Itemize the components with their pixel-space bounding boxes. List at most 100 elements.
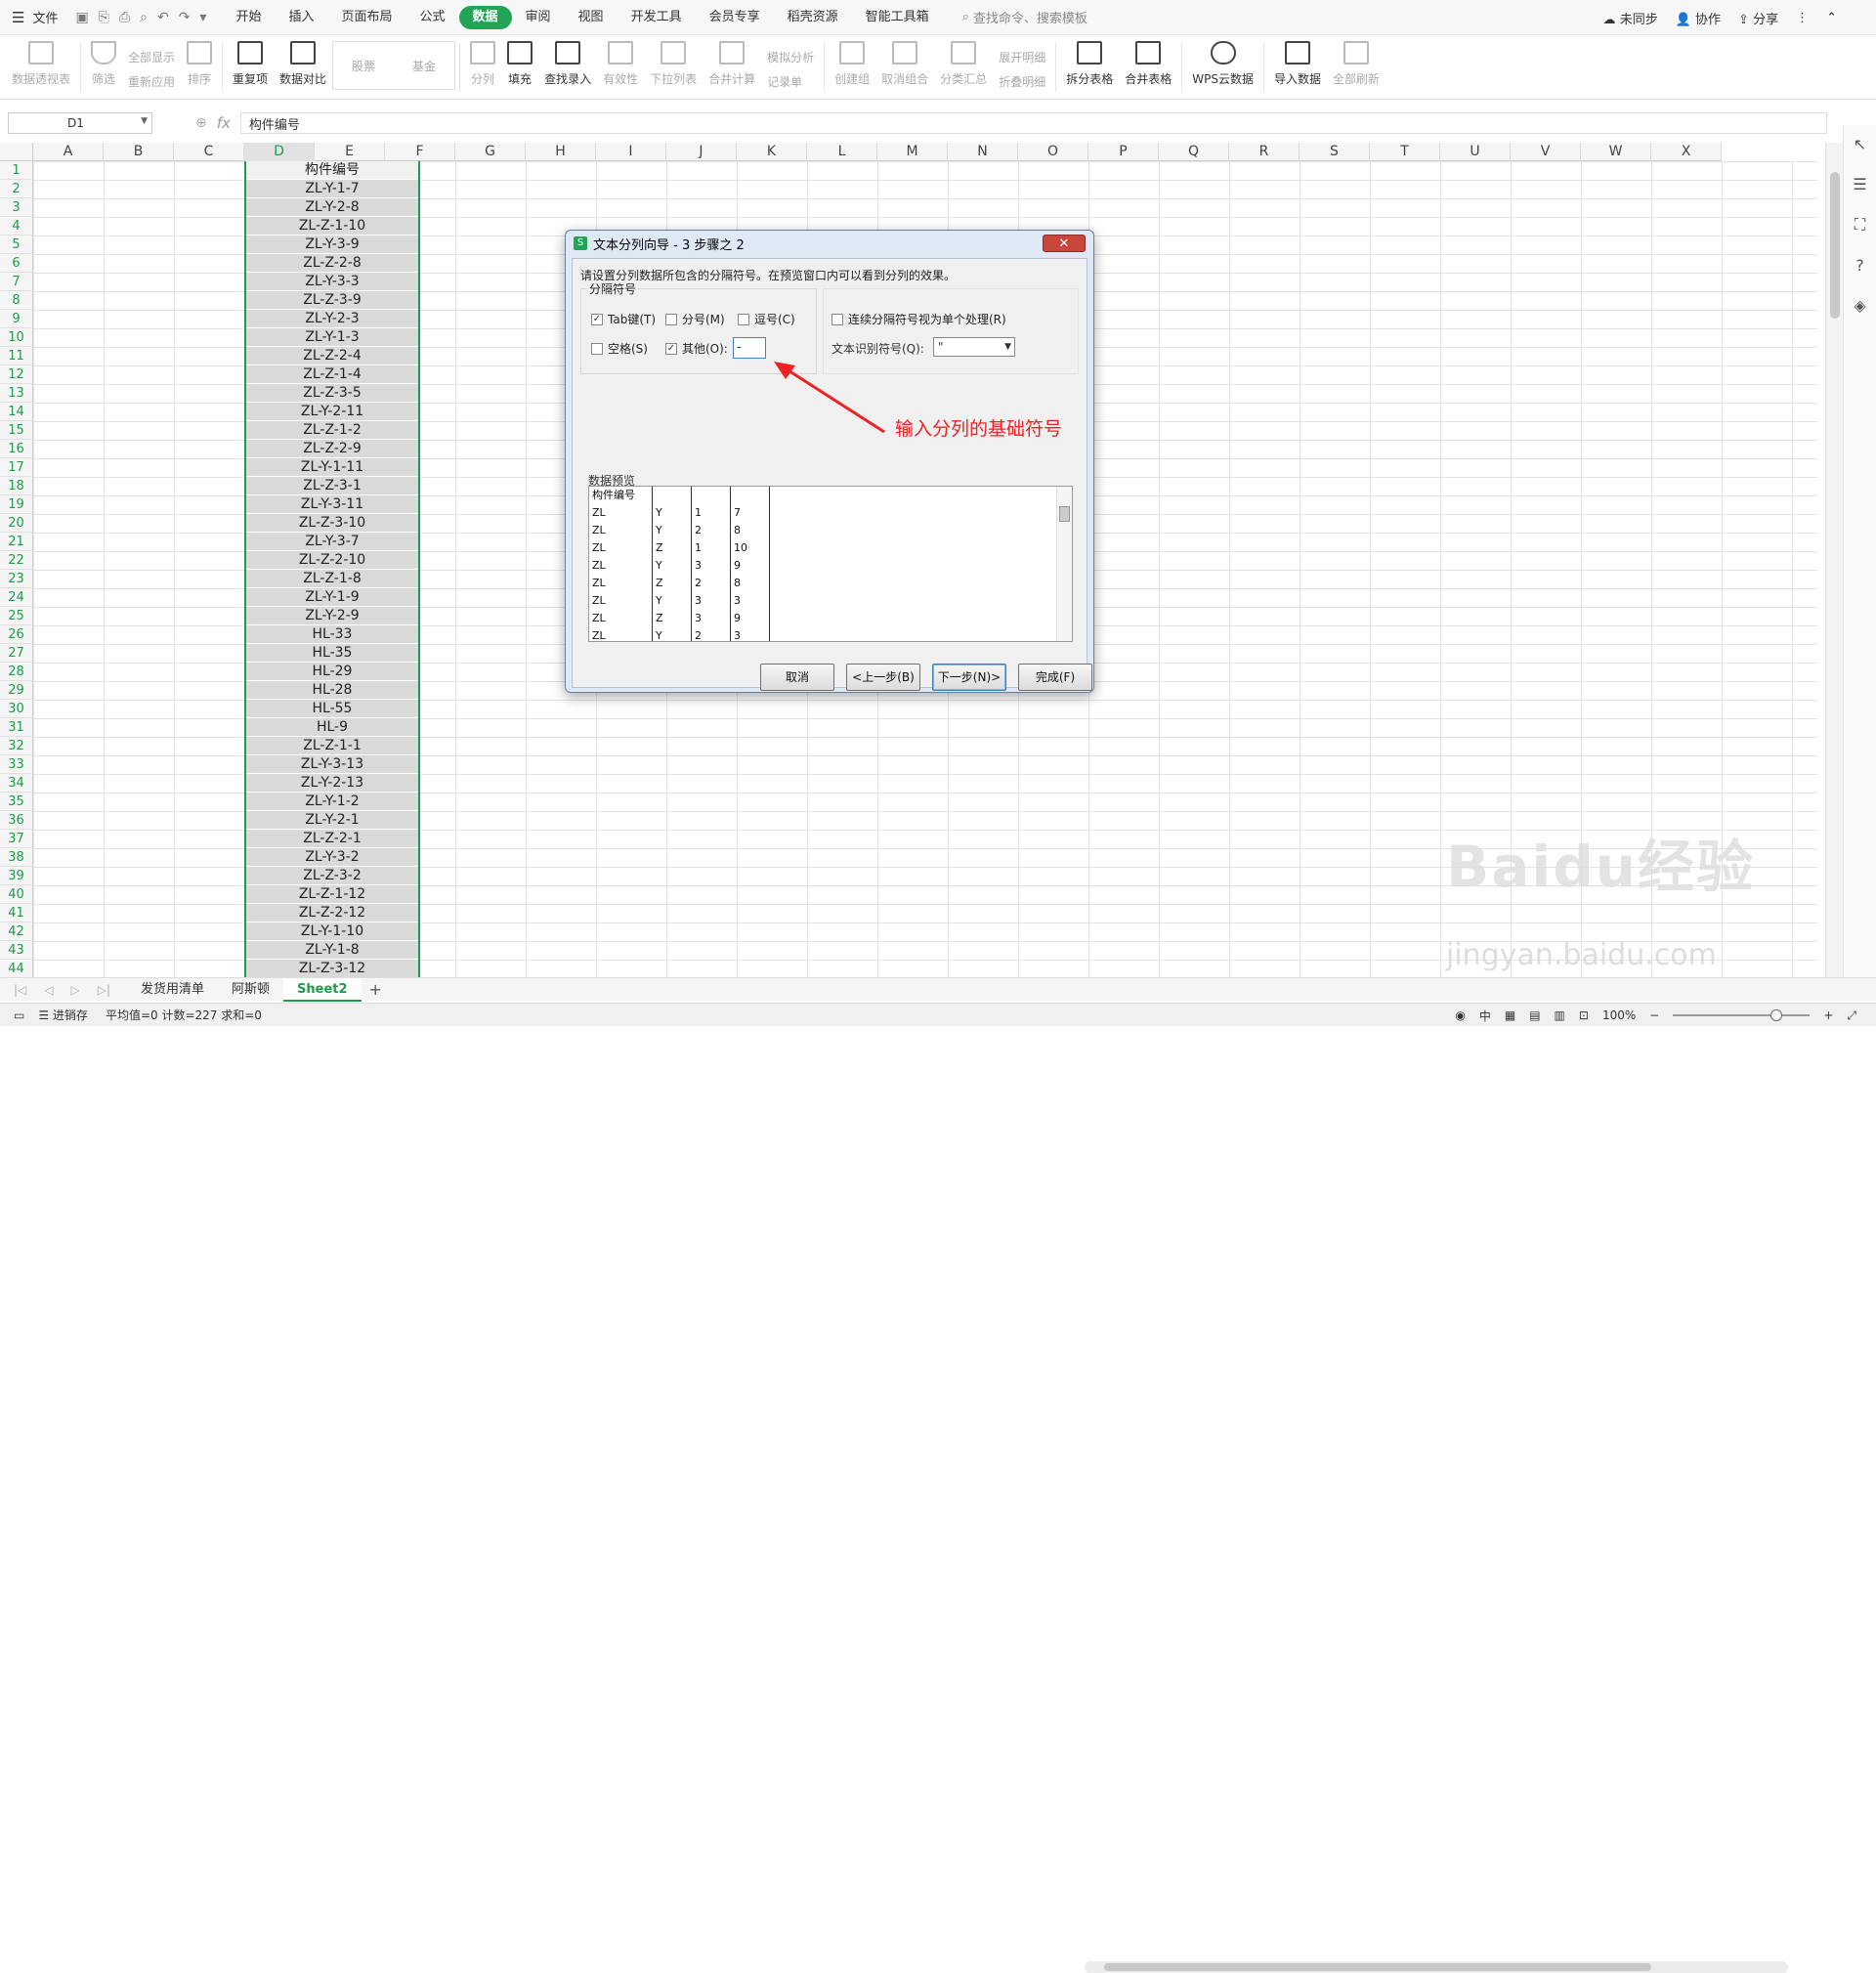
- column-header[interactable]: U: [1440, 143, 1511, 161]
- cell-d[interactable]: ZL-Z-1-2: [246, 421, 418, 440]
- cell-d[interactable]: ZL-Z-3-2: [246, 867, 418, 885]
- find-entry-button[interactable]: 查找录入: [538, 35, 597, 96]
- cell-d[interactable]: HL-55: [246, 700, 418, 718]
- cell-d[interactable]: 构件编号: [246, 161, 418, 180]
- zoom-out-icon[interactable]: −: [1649, 1008, 1659, 1022]
- export-icon[interactable]: ⎘: [99, 10, 109, 25]
- tab-10[interactable]: 智能工具箱: [852, 6, 943, 29]
- row-header[interactable]: 21: [0, 533, 33, 551]
- pivot-table-button[interactable]: 数据透视表: [6, 35, 76, 96]
- row-header[interactable]: 36: [0, 811, 33, 830]
- column-header[interactable]: V: [1511, 143, 1581, 161]
- crop-icon[interactable]: ⛶: [1855, 215, 1865, 235]
- settings-sliders-icon[interactable]: ☰: [1853, 175, 1866, 193]
- cell-d[interactable]: ZL-Y-1-9: [246, 588, 418, 607]
- row-header[interactable]: 9: [0, 310, 33, 328]
- column-header[interactable]: S: [1300, 143, 1370, 161]
- cell-d[interactable]: ZL-Y-3-9: [246, 236, 418, 254]
- other-checkbox[interactable]: ✓ 其他(O):: [665, 340, 728, 357]
- row-header[interactable]: 14: [0, 403, 33, 421]
- normal-view-icon[interactable]: ▦: [1505, 1008, 1515, 1022]
- row-header[interactable]: 5: [0, 236, 33, 254]
- duplicates-button[interactable]: 重复项: [227, 35, 274, 96]
- column-header[interactable]: G: [455, 143, 526, 161]
- column-header[interactable]: I: [596, 143, 666, 161]
- more-dropdown-icon[interactable]: ▾: [199, 10, 206, 25]
- tab-6[interactable]: 视图: [565, 6, 618, 29]
- reading-mode-icon[interactable]: ⊡: [1579, 1008, 1589, 1022]
- cell-d[interactable]: ZL-Y-2-11: [246, 403, 418, 421]
- qualifier-select[interactable]: " ▼: [933, 337, 1015, 357]
- row-header[interactable]: 22: [0, 551, 33, 570]
- cell-d[interactable]: ZL-Z-1-1: [246, 737, 418, 755]
- row-header[interactable]: 10: [0, 328, 33, 347]
- cell-d[interactable]: ZL-Z-3-10: [246, 514, 418, 533]
- collab-button[interactable]: 👤 协作: [1676, 9, 1721, 27]
- cell-d[interactable]: ZL-Y-3-2: [246, 848, 418, 867]
- tab-8[interactable]: 会员专享: [696, 6, 774, 29]
- sheet-tab[interactable]: 发货用清单: [127, 978, 218, 1002]
- cell-d[interactable]: ZL-Z-3-5: [246, 384, 418, 403]
- cancel-button[interactable]: 取消: [760, 664, 834, 691]
- column-header[interactable]: N: [948, 143, 1018, 161]
- subtotal-button[interactable]: 分类汇总: [934, 35, 993, 96]
- fullscreen-icon[interactable]: ⤢: [1847, 1008, 1856, 1023]
- row-header[interactable]: 39: [0, 867, 33, 885]
- row-header[interactable]: 3: [0, 198, 33, 217]
- close-button[interactable]: ✕: [1043, 235, 1086, 252]
- cell-d[interactable]: ZL-Y-1-10: [246, 922, 418, 941]
- tab-7[interactable]: 开发工具: [618, 6, 696, 29]
- merge-table-button[interactable]: 合并表格: [1119, 35, 1177, 96]
- row-header[interactable]: 16: [0, 440, 33, 458]
- row-header[interactable]: 11: [0, 347, 33, 365]
- column-d-cells[interactable]: 构件编号 ZL-Y-1-7 ZL-Y-2-8 ZL-Z-1-10 ZL-Y-3-9 ZL-…: [244, 161, 420, 977]
- cell-d[interactable]: ZL-Z-1-12: [246, 885, 418, 904]
- collapse-ribbon-icon[interactable]: ⌃: [1826, 11, 1837, 25]
- column-header[interactable]: E: [315, 143, 385, 161]
- chevron-down-icon[interactable]: ▼: [141, 116, 148, 126]
- name-box[interactable]: D1 ▼: [8, 112, 152, 134]
- zoom-formula-icon[interactable]: ⊕: [195, 115, 207, 131]
- row-header[interactable]: 2: [0, 180, 33, 198]
- row-header[interactable]: 31: [0, 718, 33, 737]
- inventory-button[interactable]: ☰ 进销存: [38, 1007, 88, 1023]
- row-header[interactable]: 19: [0, 495, 33, 514]
- zoom-in-icon[interactable]: +: [1823, 1008, 1833, 1022]
- page-break-icon[interactable]: ▥: [1555, 1008, 1565, 1022]
- sort-button[interactable]: 排序: [181, 35, 218, 96]
- row-header[interactable]: 44: [0, 960, 33, 977]
- space-checkbox[interactable]: 空格(S): [591, 340, 648, 357]
- row-header[interactable]: 29: [0, 681, 33, 700]
- column-header[interactable]: A: [33, 143, 104, 161]
- fund-button[interactable]: 基金: [412, 58, 436, 74]
- cell-d[interactable]: ZL-Y-3-11: [246, 495, 418, 514]
- horizontal-scroll-thumb[interactable]: [1104, 1963, 1651, 1971]
- sheet-tab[interactable]: 阿斯顿: [218, 978, 283, 1002]
- column-header[interactable]: O: [1018, 143, 1088, 161]
- row-header[interactable]: 18: [0, 477, 33, 495]
- refresh-all-button[interactable]: 全部刷新: [1327, 35, 1386, 96]
- cell-d[interactable]: ZL-Z-2-10: [246, 551, 418, 570]
- next-button[interactable]: 下一步(N)>: [932, 664, 1006, 691]
- filter-button[interactable]: 筛选: [85, 35, 122, 96]
- last-sheet-icon[interactable]: ▷|: [98, 983, 110, 997]
- previous-button[interactable]: <上一步(B): [846, 664, 920, 691]
- cell-d[interactable]: ZL-Y-1-8: [246, 941, 418, 960]
- row-header[interactable]: 40: [0, 885, 33, 904]
- data-preview[interactable]: 构件编号 ZL ZL ZL ZL ZL ZL ZL ZL YYZYZYZY 12132332 7…: [588, 486, 1073, 642]
- tab-1[interactable]: 插入: [275, 6, 327, 29]
- preview-icon[interactable]: ⌕: [140, 10, 148, 25]
- row-header[interactable]: 1: [0, 161, 33, 180]
- row-header[interactable]: 17: [0, 458, 33, 477]
- page-layout-icon[interactable]: ▤: [1529, 1008, 1540, 1022]
- dropdown-list-button[interactable]: 下拉列表: [644, 35, 703, 96]
- cell-d[interactable]: HL-35: [246, 644, 418, 663]
- tab-3[interactable]: 公式: [406, 6, 459, 29]
- record-button[interactable]: 记录单: [767, 73, 814, 90]
- validity-button[interactable]: 有效性: [597, 35, 644, 96]
- row-header[interactable]: 24: [0, 588, 33, 607]
- cell-d[interactable]: ZL-Z-1-4: [246, 365, 418, 384]
- row-header[interactable]: 27: [0, 644, 33, 663]
- cell-d[interactable]: ZL-Y-3-13: [246, 755, 418, 774]
- cell-d[interactable]: ZL-Z-2-8: [246, 254, 418, 273]
